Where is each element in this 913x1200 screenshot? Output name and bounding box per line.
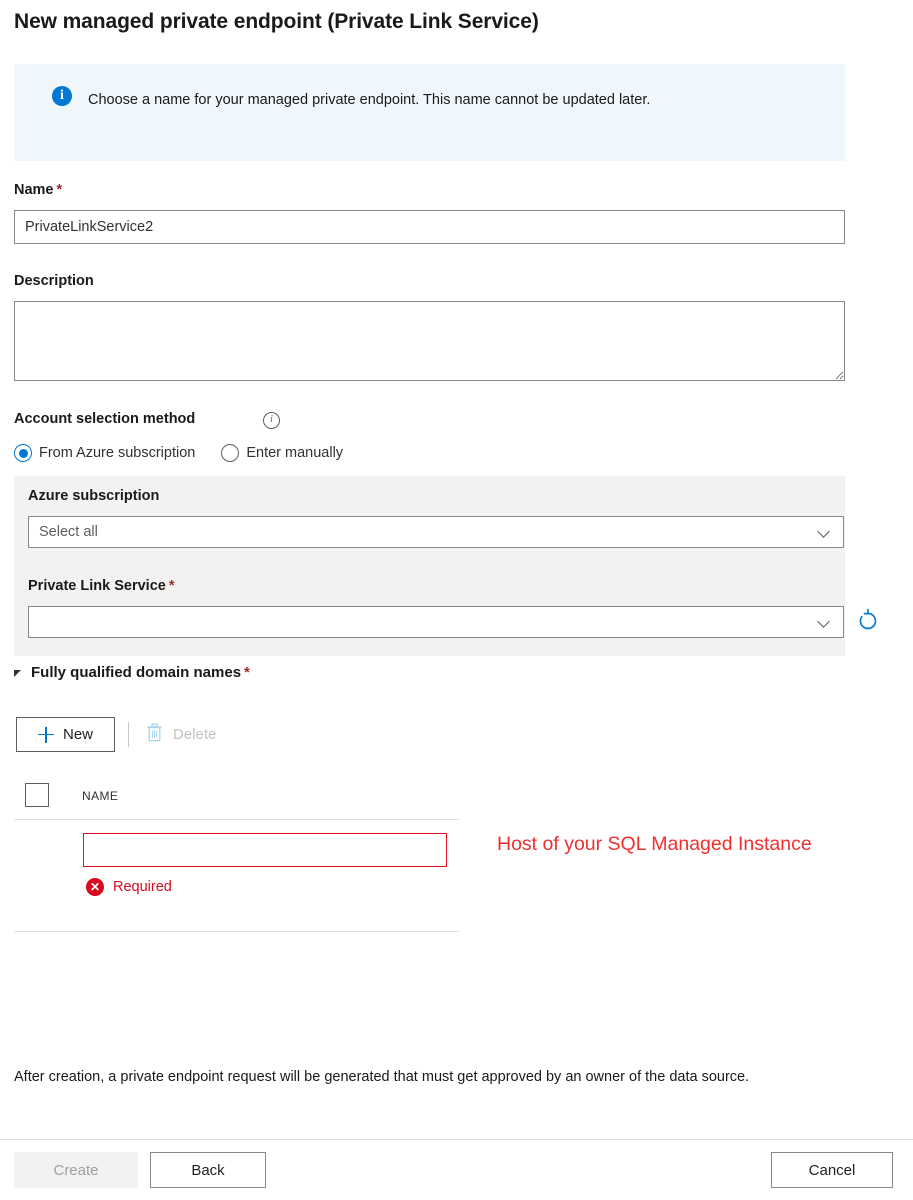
trash-icon [146,723,163,746]
radio-selected-icon [14,444,32,462]
cancel-button[interactable]: Cancel [771,1152,893,1188]
refresh-icon[interactable] [853,606,883,636]
create-button[interactable]: Create [14,1152,138,1188]
footer-divider [0,1139,913,1140]
table-header-divider [14,819,460,820]
azure-subscription-dropdown[interactable]: Select all [28,516,844,548]
radio-enter-manually[interactable]: Enter manually [221,444,343,462]
radio-enter-manually-label: Enter manually [246,445,344,461]
delete-fqdn-button[interactable]: Delete [146,719,216,750]
info-icon: i [52,86,72,106]
back-button[interactable]: Back [150,1152,266,1188]
page-title: New managed private endpoint (Private Li… [14,10,539,33]
select-all-checkbox[interactable] [25,783,49,807]
description-label: Description [14,273,94,289]
fqdn-name-input[interactable] [83,833,447,867]
azure-subscription-value: Select all [39,524,98,540]
new-fqdn-button[interactable]: New [16,717,115,752]
plus-icon [37,726,54,743]
private-link-service-required-marker: * [168,578,175,594]
delete-fqdn-button-label: Delete [173,726,217,743]
private-link-service-label-text: Private Link Service [28,578,166,594]
triangle-expanded-icon [14,670,21,677]
name-label: Name * [14,182,62,198]
name-required-marker: * [56,182,63,198]
radio-unselected-icon [221,444,240,462]
fqdn-required-error-label: Required [113,879,172,895]
table-row-divider [14,931,460,932]
toolbar-divider [128,722,129,747]
private-link-service-label: Private Link Service * [28,578,174,594]
account-selection-radio-group: From Azure subscription Enter manually [14,444,343,462]
fqdn-section-header[interactable]: Fully qualified domain names * [14,664,250,681]
name-label-text: Name [14,182,54,198]
error-circle-icon: ✕ [86,878,104,896]
chevron-down-icon [818,526,831,539]
account-selection-label: Account selection method [14,411,196,427]
info-circle-icon[interactable]: i [263,412,280,429]
radio-from-azure-subscription-label: From Azure subscription [39,445,196,461]
info-banner-text: Choose a name for your managed private e… [88,92,651,108]
chevron-down-icon [818,616,831,629]
fqdn-section-title: Fully qualified domain names [31,664,242,681]
new-fqdn-button-label: New [62,726,93,743]
fqdn-required-marker: * [244,664,250,681]
azure-subscription-label: Azure subscription [28,488,160,504]
fqdn-required-error: ✕ Required [86,878,172,896]
table-column-header-name: NAME [82,789,119,803]
name-input[interactable] [14,210,845,244]
annotation-host-sql-managed-instance: Host of your SQL Managed Instance [497,833,812,855]
footer-note: After creation, a private endpoint reque… [14,1069,750,1085]
radio-from-azure-subscription[interactable]: From Azure subscription [14,444,195,462]
private-link-service-dropdown[interactable] [28,606,844,638]
description-textarea[interactable] [14,301,845,381]
